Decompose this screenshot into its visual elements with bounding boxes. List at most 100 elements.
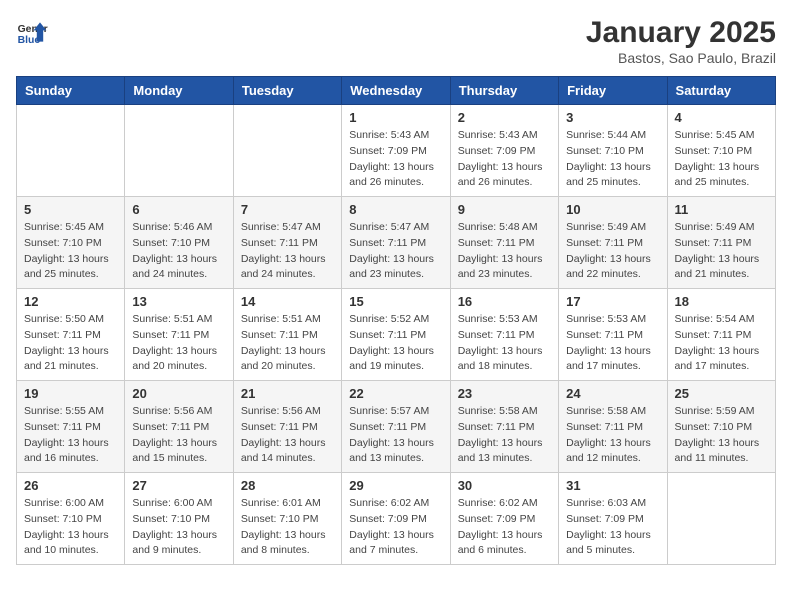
day-info: Sunrise: 5:47 AM Sunset: 7:11 PM Dayligh…	[349, 220, 442, 283]
calendar-week-1: 1 Sunrise: 5:43 AM Sunset: 7:09 PM Daylig…	[17, 105, 776, 197]
day-number: 1	[349, 110, 442, 125]
calendar-cell: 21 Sunrise: 5:56 AM Sunset: 7:11 PM Dayli…	[233, 381, 341, 473]
day-info: Sunrise: 5:58 AM Sunset: 7:11 PM Dayligh…	[566, 404, 659, 467]
day-info: Sunrise: 5:44 AM Sunset: 7:10 PM Dayligh…	[566, 128, 659, 191]
day-info: Sunrise: 5:52 AM Sunset: 7:11 PM Dayligh…	[349, 312, 442, 375]
day-number: 20	[132, 386, 225, 401]
day-info: Sunrise: 5:45 AM Sunset: 7:10 PM Dayligh…	[675, 128, 768, 191]
day-info: Sunrise: 5:46 AM Sunset: 7:10 PM Dayligh…	[132, 220, 225, 283]
calendar-cell: 28Sunrise: 6:01 AM Sunset: 7:10 PM Dayli…	[233, 473, 341, 565]
day-number: 12	[24, 294, 117, 309]
day-info: Sunrise: 5:53 AM Sunset: 7:11 PM Dayligh…	[566, 312, 659, 375]
day-info: Sunrise: 5:55 AM Sunset: 7:11 PM Dayligh…	[24, 404, 117, 467]
calendar-cell: 19 Sunrise: 5:55 AM Sunset: 7:11 PM Dayli…	[17, 381, 125, 473]
calendar-cell: 16 Sunrise: 5:53 AM Sunset: 7:11 PM Dayli…	[450, 289, 558, 381]
calendar-cell: 29 Sunrise: 6:02 AM Sunset: 7:09 PM Dayli…	[342, 473, 450, 565]
day-number: 10	[566, 202, 659, 217]
day-info: Sunrise: 5:53 AM Sunset: 7:11 PM Dayligh…	[458, 312, 551, 375]
calendar-cell: 6 Sunrise: 5:46 AM Sunset: 7:10 PM Daylig…	[125, 197, 233, 289]
weekday-header-saturday: Saturday	[667, 77, 775, 105]
weekday-header-wednesday: Wednesday	[342, 77, 450, 105]
weekday-header-sunday: Sunday	[17, 77, 125, 105]
day-info: Sunrise: 6:02 AM Sunset: 7:09 PM Dayligh…	[458, 496, 551, 559]
day-number: 21	[241, 386, 334, 401]
day-info: Sunrise: 5:43 AM Sunset: 7:09 PM Dayligh…	[349, 128, 442, 191]
day-number: 5	[24, 202, 117, 217]
day-info: Sunrise: 5:48 AM Sunset: 7:11 PM Dayligh…	[458, 220, 551, 283]
calendar-cell: 20 Sunrise: 5:56 AM Sunset: 7:11 PM Dayli…	[125, 381, 233, 473]
day-number: 18	[675, 294, 768, 309]
calendar-cell: 15 Sunrise: 5:52 AM Sunset: 7:11 PM Dayli…	[342, 289, 450, 381]
calendar-cell: 26 Sunrise: 6:00 AM Sunset: 7:10 PM Dayli…	[17, 473, 125, 565]
calendar-week-2: 5 Sunrise: 5:45 AM Sunset: 7:10 PM Daylig…	[17, 197, 776, 289]
calendar-cell: 17 Sunrise: 5:53 AM Sunset: 7:11 PM Dayli…	[559, 289, 667, 381]
calendar-cell: 13 Sunrise: 5:51 AM Sunset: 7:11 PM Dayli…	[125, 289, 233, 381]
day-info: Sunrise: 5:50 AM Sunset: 7:11 PM Dayligh…	[24, 312, 117, 375]
calendar-cell	[17, 105, 125, 197]
day-number: 13	[132, 294, 225, 309]
calendar-cell: 14 Sunrise: 5:51 AM Sunset: 7:11 PM Dayli…	[233, 289, 341, 381]
day-number: 7	[241, 202, 334, 217]
calendar-cell: 1 Sunrise: 5:43 AM Sunset: 7:09 PM Daylig…	[342, 105, 450, 197]
calendar-week-3: 12 Sunrise: 5:50 AM Sunset: 7:11 PM Dayli…	[17, 289, 776, 381]
weekday-header-row: SundayMondayTuesdayWednesdayThursdayFrid…	[17, 77, 776, 105]
weekday-header-thursday: Thursday	[450, 77, 558, 105]
calendar-cell: 5 Sunrise: 5:45 AM Sunset: 7:10 PM Daylig…	[17, 197, 125, 289]
day-number: 14	[241, 294, 334, 309]
day-info: Sunrise: 5:51 AM Sunset: 7:11 PM Dayligh…	[241, 312, 334, 375]
calendar-cell: 27 Sunrise: 6:00 AM Sunset: 7:10 PM Dayli…	[125, 473, 233, 565]
logo-icon: General Blue	[16, 16, 48, 48]
day-number: 31	[566, 478, 659, 493]
day-info: Sunrise: 6:00 AM Sunset: 7:10 PM Dayligh…	[132, 496, 225, 559]
calendar-cell: 30 Sunrise: 6:02 AM Sunset: 7:09 PM Dayli…	[450, 473, 558, 565]
day-number: 25	[675, 386, 768, 401]
day-number: 3	[566, 110, 659, 125]
day-info: Sunrise: 5:51 AM Sunset: 7:11 PM Dayligh…	[132, 312, 225, 375]
day-info: Sunrise: 5:54 AM Sunset: 7:11 PM Dayligh…	[675, 312, 768, 375]
day-number: 24	[566, 386, 659, 401]
page-header: General Blue January 2025 Bastos, Sao Pa…	[16, 16, 776, 66]
weekday-header-monday: Monday	[125, 77, 233, 105]
day-number: 23	[458, 386, 551, 401]
calendar-table: SundayMondayTuesdayWednesdayThursdayFrid…	[16, 76, 776, 565]
calendar-cell: 31Sunrise: 6:03 AM Sunset: 7:09 PM Dayli…	[559, 473, 667, 565]
day-number: 2	[458, 110, 551, 125]
day-number: 11	[675, 202, 768, 217]
day-number: 26	[24, 478, 117, 493]
day-info: Sunrise: 5:56 AM Sunset: 7:11 PM Dayligh…	[132, 404, 225, 467]
day-number: 17	[566, 294, 659, 309]
day-info: Sunrise: 5:47 AM Sunset: 7:11 PM Dayligh…	[241, 220, 334, 283]
calendar-cell: 22 Sunrise: 5:57 AM Sunset: 7:11 PM Dayli…	[342, 381, 450, 473]
day-number: 8	[349, 202, 442, 217]
calendar-cell: 18 Sunrise: 5:54 AM Sunset: 7:11 PM Dayli…	[667, 289, 775, 381]
day-number: 29	[349, 478, 442, 493]
calendar-cell: 24 Sunrise: 5:58 AM Sunset: 7:11 PM Dayli…	[559, 381, 667, 473]
calendar-week-5: 26 Sunrise: 6:00 AM Sunset: 7:10 PM Dayli…	[17, 473, 776, 565]
day-number: 19	[24, 386, 117, 401]
day-info: Sunrise: 6:02 AM Sunset: 7:09 PM Dayligh…	[349, 496, 442, 559]
calendar-cell: 7 Sunrise: 5:47 AM Sunset: 7:11 PM Daylig…	[233, 197, 341, 289]
day-info: Sunrise: 5:43 AM Sunset: 7:09 PM Dayligh…	[458, 128, 551, 191]
day-info: Sunrise: 5:56 AM Sunset: 7:11 PM Dayligh…	[241, 404, 334, 467]
calendar-cell	[667, 473, 775, 565]
calendar-cell: 25 Sunrise: 5:59 AM Sunset: 7:10 PM Dayli…	[667, 381, 775, 473]
day-number: 30	[458, 478, 551, 493]
calendar-cell: 11Sunrise: 5:49 AM Sunset: 7:11 PM Dayli…	[667, 197, 775, 289]
calendar-cell: 23Sunrise: 5:58 AM Sunset: 7:11 PM Dayli…	[450, 381, 558, 473]
day-number: 27	[132, 478, 225, 493]
day-info: Sunrise: 6:00 AM Sunset: 7:10 PM Dayligh…	[24, 496, 117, 559]
logo: General Blue	[16, 16, 52, 48]
weekday-header-friday: Friday	[559, 77, 667, 105]
day-info: Sunrise: 5:57 AM Sunset: 7:11 PM Dayligh…	[349, 404, 442, 467]
day-info: Sunrise: 5:49 AM Sunset: 7:11 PM Dayligh…	[566, 220, 659, 283]
calendar-cell: 4Sunrise: 5:45 AM Sunset: 7:10 PM Daylig…	[667, 105, 775, 197]
day-info: Sunrise: 5:45 AM Sunset: 7:10 PM Dayligh…	[24, 220, 117, 283]
day-number: 6	[132, 202, 225, 217]
day-info: Sunrise: 5:59 AM Sunset: 7:10 PM Dayligh…	[675, 404, 768, 467]
day-number: 15	[349, 294, 442, 309]
day-number: 16	[458, 294, 551, 309]
calendar-cell: 10 Sunrise: 5:49 AM Sunset: 7:11 PM Dayli…	[559, 197, 667, 289]
day-number: 22	[349, 386, 442, 401]
calendar-cell	[233, 105, 341, 197]
day-number: 28	[241, 478, 334, 493]
